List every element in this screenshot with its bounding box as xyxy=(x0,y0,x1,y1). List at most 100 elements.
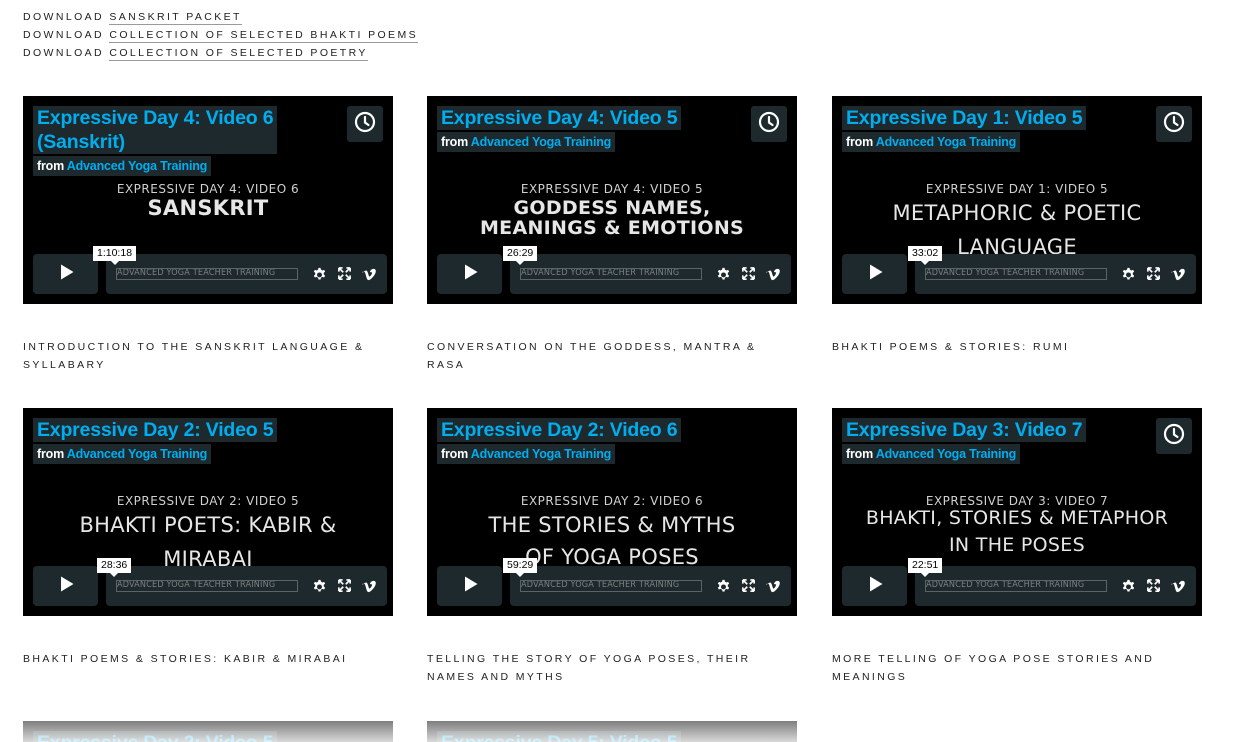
progress-bar[interactable]: ADVANCED YOGA TEACHER TRAINING xyxy=(925,580,1107,592)
download-prefix: DOWNLOAD xyxy=(23,29,105,41)
author-link[interactable]: Advanced Yoga Training xyxy=(876,447,1017,461)
gear-icon[interactable] xyxy=(311,577,328,594)
video-title-overlay: Expressive Day 3: Video 7 from Advanced … xyxy=(842,418,1087,464)
video-title-link[interactable]: Expressive Day 3: Video 7 xyxy=(842,418,1087,442)
play-button[interactable] xyxy=(33,566,98,606)
play-icon xyxy=(865,262,885,287)
vimeo-icon[interactable] xyxy=(1170,266,1186,282)
author-link[interactable]: Advanced Yoga Training xyxy=(471,447,612,461)
video-title-text: Expressive Day 4: Video 6 xyxy=(37,107,274,129)
from-label: from xyxy=(37,447,64,461)
watch-later-button[interactable] xyxy=(347,106,383,142)
vimeo-icon[interactable] xyxy=(765,578,781,594)
gear-icon[interactable] xyxy=(311,265,328,282)
play-button[interactable] xyxy=(842,566,907,606)
duration-tooltip: 33:02 xyxy=(908,246,943,265)
download-link-bhakti-poems[interactable]: COLLECTION OF SELECTED BHAKTI POEMS xyxy=(109,29,419,43)
play-icon xyxy=(460,574,480,599)
fullscreen-icon[interactable] xyxy=(337,266,352,281)
video-title-overlay: Expressive Day 2: Video 5 xyxy=(33,731,278,742)
slide-title-2: MEANINGS & EMOTIONS xyxy=(479,217,745,239)
download-prefix: DOWNLOAD xyxy=(23,11,105,23)
slide-subtitle: EXPRESSIVE DAY 2: VIDEO 5 xyxy=(116,494,300,508)
duration-tooltip: 1:10:18 xyxy=(93,246,137,265)
progress-bar[interactable]: ADVANCED YOGA TEACHER TRAINING xyxy=(520,580,702,592)
controls-bar: ADVANCED YOGA TEACHER TRAINING xyxy=(915,254,1196,294)
vimeo-icon[interactable] xyxy=(765,266,781,282)
video-player[interactable]: EXPRESSIVE DAY 3: VIDEO 7 BHAKTI, STORIE… xyxy=(832,408,1202,616)
video-player[interactable]: EXPRESSIVE DAY 4: VIDEO 5 GODDESS NAMES,… xyxy=(427,96,797,304)
fullscreen-icon[interactable] xyxy=(1146,578,1161,593)
video-title-link[interactable]: Expressive Day 4: Video 6 (Sanskrit) xyxy=(33,106,278,154)
video-title-link[interactable]: Expressive Day 5: Video 5 xyxy=(437,731,682,742)
watermark-text: ADVANCED YOGA TEACHER TRAINING xyxy=(117,580,276,590)
slide-subtitle: EXPRESSIVE DAY 2: VIDEO 6 xyxy=(520,494,704,508)
video-player[interactable]: EXPRESSIVE DAY 2: VIDEO 5 BHAKTI POETS: … xyxy=(23,408,393,616)
watch-later-button[interactable] xyxy=(1156,418,1192,454)
video-title-link[interactable]: Expressive Day 1: Video 5 xyxy=(842,106,1087,130)
controls-bar: ADVANCED YOGA TEACHER TRAINING xyxy=(915,566,1196,606)
video-title-link[interactable]: Expressive Day 2: Video 5 xyxy=(33,731,278,742)
slide-title: SANSKRIT xyxy=(147,196,269,220)
watermark-text: ADVANCED YOGA TEACHER TRAINING xyxy=(926,268,1085,278)
fullscreen-icon[interactable] xyxy=(1146,266,1161,281)
clock-icon xyxy=(757,110,781,139)
clock-icon xyxy=(353,110,377,139)
from-label: from xyxy=(37,159,64,173)
download-link-selected-poetry[interactable]: COLLECTION OF SELECTED POETRY xyxy=(109,47,368,61)
video-player[interactable]: Expressive Day 2: Video 5 xyxy=(23,721,393,742)
clock-icon xyxy=(1162,110,1186,139)
watch-later-button[interactable] xyxy=(751,106,787,142)
video-player[interactable]: Expressive Day 5: Video 5 xyxy=(427,721,797,742)
video-title-link[interactable]: Expressive Day 4: Video 5 xyxy=(437,106,682,130)
video-byline: from Advanced Yoga Training xyxy=(437,444,616,464)
progress-bar[interactable]: ADVANCED YOGA TEACHER TRAINING xyxy=(925,268,1107,280)
slide-title: THE STORIES & MYTHS xyxy=(488,513,736,537)
gear-icon[interactable] xyxy=(715,577,732,594)
progress-bar[interactable]: ADVANCED YOGA TEACHER TRAINING xyxy=(520,268,702,280)
play-icon xyxy=(460,262,480,287)
progress-bar[interactable]: ADVANCED YOGA TEACHER TRAINING xyxy=(116,268,298,280)
author-link[interactable]: Advanced Yoga Training xyxy=(471,135,612,149)
progress-bar[interactable]: ADVANCED YOGA TEACHER TRAINING xyxy=(116,580,298,592)
fullscreen-icon[interactable] xyxy=(741,578,756,593)
from-label: from xyxy=(441,135,468,149)
gear-icon[interactable] xyxy=(1120,265,1137,282)
author-link[interactable]: Advanced Yoga Training xyxy=(876,135,1017,149)
author-link[interactable]: Advanced Yoga Training xyxy=(67,447,208,461)
play-button[interactable] xyxy=(33,254,98,294)
gear-icon[interactable] xyxy=(715,265,732,282)
play-button[interactable] xyxy=(437,254,502,294)
video-title-link[interactable]: Expressive Day 2: Video 6 xyxy=(437,418,682,442)
controls-bar: ADVANCED YOGA TEACHER TRAINING xyxy=(510,254,791,294)
video-player[interactable]: EXPRESSIVE DAY 4: VIDEO 6 SANSKRIT Expre… xyxy=(23,96,393,304)
vimeo-icon[interactable] xyxy=(361,578,377,594)
play-button[interactable] xyxy=(437,566,502,606)
slide-subtitle: EXPRESSIVE DAY 1: VIDEO 5 xyxy=(925,182,1109,196)
download-link-sanskrit-packet[interactable]: SANSKRIT PACKET xyxy=(109,11,242,25)
video-title-overlay: Expressive Day 1: Video 5 from Advanced … xyxy=(842,106,1087,152)
play-icon xyxy=(56,574,76,599)
video-caption: INTRODUCTION TO THE SANSKRIT LANGUAGE & … xyxy=(23,341,365,371)
slide-title: METAPHORIC & POETIC xyxy=(892,201,1142,225)
fullscreen-icon[interactable] xyxy=(741,266,756,281)
video-player[interactable]: EXPRESSIVE DAY 1: VIDEO 5 METAPHORIC & P… xyxy=(832,96,1202,304)
video-player[interactable]: EXPRESSIVE DAY 2: VIDEO 6 THE STORIES & … xyxy=(427,408,797,616)
duration-tooltip: 22:51 xyxy=(908,558,943,577)
video-byline: from Advanced Yoga Training xyxy=(33,156,212,176)
watch-later-button[interactable] xyxy=(1156,106,1192,142)
video-byline: from Advanced Yoga Training xyxy=(437,132,616,152)
author-link[interactable]: Advanced Yoga Training xyxy=(67,159,208,173)
vimeo-icon[interactable] xyxy=(1170,578,1186,594)
from-label: from xyxy=(441,447,468,461)
controls-bar: ADVANCED YOGA TEACHER TRAINING xyxy=(510,566,791,606)
video-byline: from Advanced Yoga Training xyxy=(842,444,1021,464)
gear-icon[interactable] xyxy=(1120,577,1137,594)
fullscreen-icon[interactable] xyxy=(337,578,352,593)
play-button[interactable] xyxy=(842,254,907,294)
video-title-overlay: Expressive Day 5: Video 5 xyxy=(437,731,682,742)
video-title-link[interactable]: Expressive Day 2: Video 5 xyxy=(33,418,278,442)
watermark-text: ADVANCED YOGA TEACHER TRAINING xyxy=(521,268,680,278)
vimeo-icon[interactable] xyxy=(361,266,377,282)
from-label: from xyxy=(846,447,873,461)
